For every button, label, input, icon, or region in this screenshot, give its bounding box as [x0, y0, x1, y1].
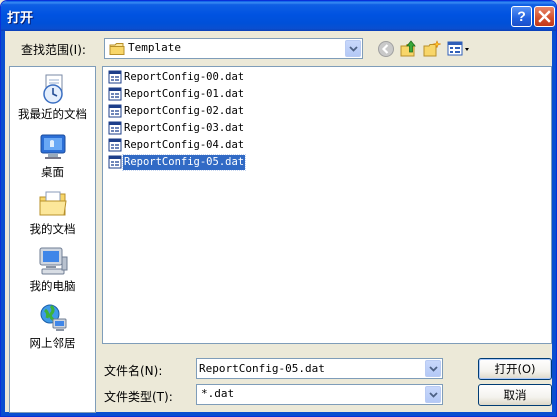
file-name-label: 文件名(N): — [104, 364, 163, 378]
dat-file-icon — [108, 138, 122, 152]
place-label: 我最近的文档 — [18, 107, 87, 121]
file-type-label: 文件类型(T): — [104, 390, 173, 404]
file-type-dropdown-button[interactable] — [425, 386, 441, 403]
file-name-dropdown-button[interactable] — [425, 360, 441, 377]
file-type-value: *.dat — [201, 387, 235, 400]
window-frame-left — [1, 31, 5, 416]
network-places-icon — [40, 304, 66, 331]
place-desktop[interactable]: 桌面 — [10, 131, 95, 180]
close-button[interactable] — [534, 6, 555, 27]
file-name: ReportConfig-00.dat — [124, 71, 245, 83]
places-bar: 我最近的文档 桌面 我的文档 我的电脑 网上邻居 — [9, 66, 96, 413]
look-in-value: Template — [128, 41, 181, 54]
file-name: ReportConfig-04.dat — [124, 139, 245, 151]
open-file-dialog: 打开 ? 查找范围(I): Template 我最近的文档 桌面 我的文档 我的… — [0, 0, 557, 417]
window-frame-right — [552, 31, 556, 416]
chevron-down-icon — [349, 46, 358, 52]
look-in-label: 查找范围(I): — [21, 43, 86, 57]
help-button[interactable]: ? — [511, 6, 532, 27]
file-list-item[interactable]: ReportConfig-05.dat — [107, 154, 247, 171]
file-name: ReportConfig-02.dat — [124, 105, 245, 117]
back-icon[interactable] — [377, 40, 395, 58]
file-name-input[interactable] — [199, 360, 423, 377]
my-documents-icon — [39, 191, 67, 216]
help-icon: ? — [517, 8, 526, 24]
file-type-select[interactable]: *.dat — [196, 384, 443, 405]
open-button[interactable]: 打开(O) — [478, 358, 552, 380]
dat-file-icon — [108, 121, 122, 135]
file-list-item[interactable]: ReportConfig-03.dat — [107, 120, 244, 137]
place-label: 我的电脑 — [29, 279, 76, 293]
file-name: ReportConfig-01.dat — [124, 88, 245, 100]
file-list-item[interactable]: ReportConfig-00.dat — [107, 69, 244, 86]
close-icon — [538, 10, 551, 23]
file-list-item[interactable]: ReportConfig-01.dat — [107, 86, 244, 103]
look-in-dropdown-button[interactable] — [345, 40, 361, 57]
file-list[interactable]: ReportConfig-00.dat ReportConfig-01.dat Re… — [102, 66, 552, 344]
dat-file-icon — [108, 104, 122, 118]
chevron-down-icon — [429, 392, 438, 398]
my-computer-icon — [39, 247, 67, 275]
place-my-documents[interactable]: 我的文档 — [10, 188, 95, 237]
place-label: 网上邻居 — [29, 336, 76, 350]
folder-icon — [109, 43, 125, 55]
file-name: ReportConfig-05.dat — [121, 154, 247, 171]
cancel-button[interactable]: 取消 — [478, 384, 552, 406]
new-folder-icon[interactable] — [423, 40, 441, 58]
place-label: 我的文档 — [29, 222, 76, 236]
desktop-icon — [40, 134, 65, 159]
file-name-combo[interactable] — [196, 358, 443, 379]
dat-file-icon — [108, 87, 122, 101]
place-network-places[interactable]: 网上邻居 — [10, 302, 95, 351]
place-my-computer[interactable]: 我的电脑 — [10, 245, 95, 294]
dat-file-icon — [108, 155, 122, 169]
place-recent-documents[interactable]: 我最近的文档 — [10, 73, 95, 122]
look-in-dropdown[interactable]: Template — [104, 38, 363, 59]
file-list-item[interactable]: ReportConfig-04.dat — [107, 137, 244, 154]
chevron-down-icon — [429, 366, 438, 372]
dat-file-icon — [108, 70, 122, 84]
dialog-title: 打开 — [7, 11, 34, 26]
title-bar[interactable]: 打开 ? — [1, 1, 556, 31]
recent-documents-icon — [42, 74, 63, 104]
file-list-item[interactable]: ReportConfig-02.dat — [107, 103, 244, 120]
views-menu-icon[interactable] — [447, 40, 471, 58]
place-label: 桌面 — [41, 165, 64, 179]
file-name: ReportConfig-03.dat — [124, 122, 245, 134]
up-folder-icon[interactable] — [400, 40, 418, 58]
